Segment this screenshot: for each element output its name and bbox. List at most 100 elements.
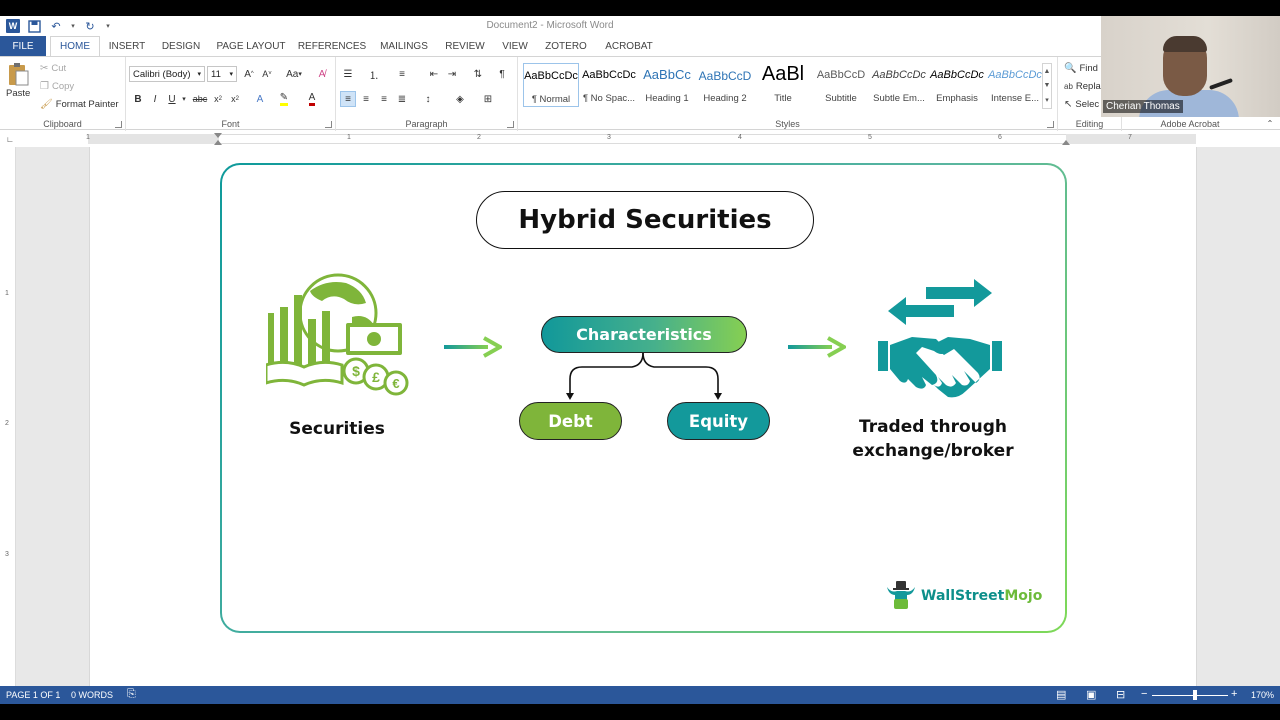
borders-icon[interactable]: ⊞ <box>480 91 496 107</box>
font-name-value: Calibri (Body) <box>133 68 191 80</box>
find-button[interactable]: 🔍 Find <box>1064 63 1098 74</box>
style-emphasis[interactable]: AaBbCcDc Emphasis <box>929 63 985 107</box>
zoom-slider[interactable] <box>1152 695 1228 696</box>
superscript-icon[interactable]: x2 <box>227 91 243 107</box>
zoom-in-icon[interactable]: + <box>1231 688 1237 700</box>
strikethrough-icon[interactable]: abc <box>192 91 208 107</box>
clear-formatting-icon[interactable]: A̸ <box>314 66 330 82</box>
paste-button[interactable]: Paste <box>6 61 30 99</box>
style-intense-emphasis[interactable]: AaBbCcDc Intense E... <box>987 63 1043 107</box>
vertical-ruler[interactable]: 1 2 3 <box>0 147 16 686</box>
document-page[interactable]: Hybrid Securities $ £ € Securities Chara… <box>89 147 1197 686</box>
tab-design[interactable]: DESIGN <box>160 36 202 56</box>
font-size-dropdown-icon: ▾ <box>229 71 233 78</box>
read-mode-icon[interactable]: ▤ <box>1056 688 1066 701</box>
select-label: Selec <box>1075 99 1100 110</box>
shrink-font-icon[interactable]: A ˅ <box>259 66 275 82</box>
tab-zotero[interactable]: ZOTERO <box>544 36 588 56</box>
first-line-indent-marker[interactable] <box>214 133 222 138</box>
cut-button[interactable]: ✂ Cut <box>40 63 66 74</box>
font-name-box[interactable]: Calibri (Body) ▾ <box>129 66 205 82</box>
highlight-icon[interactable]: ✎ <box>276 91 292 107</box>
show-formatting-icon[interactable]: ¶ <box>494 66 510 82</box>
multilevel-list-icon[interactable]: ≡ <box>394 66 410 82</box>
align-right-icon[interactable]: ≡ <box>376 91 392 107</box>
style-title[interactable]: AaBl Title <box>755 63 811 107</box>
tab-references[interactable]: REFERENCES <box>298 36 366 56</box>
align-center-icon[interactable]: ≡ <box>358 91 374 107</box>
securities-label: Securities <box>289 419 385 439</box>
copy-button[interactable]: ❐ Copy <box>40 81 74 92</box>
text-effects-icon[interactable]: A <box>252 91 268 107</box>
tab-file[interactable]: FILE <box>0 36 46 56</box>
numbering-icon[interactable]: ⒈ <box>366 66 382 82</box>
shading-icon[interactable]: ◈ <box>452 91 468 107</box>
tab-home[interactable]: HOME <box>50 36 100 57</box>
align-left-icon[interactable]: ≡ <box>340 91 356 107</box>
tab-insert[interactable]: INSERT <box>106 36 148 56</box>
style-heading-2-sample: AaBbCcD <box>698 69 752 83</box>
tab-view[interactable]: VIEW <box>498 36 532 56</box>
font-size-box[interactable]: 11 ▾ <box>207 66 237 82</box>
style-subtle-emphasis[interactable]: AaBbCcDc Subtle Em... <box>871 63 927 107</box>
font-color-icon[interactable]: A <box>304 91 320 107</box>
horizontal-ruler[interactable]: ∟ 1 1 2 3 4 5 6 7 <box>0 131 1280 147</box>
style-no-spacing-name: ¶ No Spac... <box>582 93 636 104</box>
underline-icon[interactable]: U <box>164 91 180 107</box>
zoom-out-icon[interactable]: − <box>1141 688 1147 700</box>
underline-dropdown-icon[interactable]: ▾ <box>180 91 188 107</box>
gallery-more-icon[interactable]: ▾ <box>1045 96 1049 104</box>
page-count[interactable]: PAGE 1 OF 1 <box>6 690 60 700</box>
justify-icon[interactable]: ≣ <box>394 91 410 107</box>
style-subtitle[interactable]: AaBbCcD Subtitle <box>813 63 869 107</box>
bottom-black-bar <box>0 704 1280 720</box>
gallery-down-icon[interactable]: ▼ <box>1044 82 1051 89</box>
right-indent-marker[interactable] <box>1062 140 1070 145</box>
line-spacing-icon[interactable]: ↕ <box>420 91 436 107</box>
tab-mailings[interactable]: MAILINGS <box>376 36 432 56</box>
brand-part-2: Mojo <box>1004 588 1043 604</box>
change-case-button[interactable]: Aa ▾ <box>282 66 306 82</box>
svg-text:€: € <box>392 376 399 391</box>
style-normal[interactable]: AaBbCcDc ¶ Normal <box>523 63 579 107</box>
hanging-indent-marker[interactable] <box>214 140 222 145</box>
styles-gallery-scroll[interactable]: ▲ ▼ ▾ <box>1042 63 1052 109</box>
bullets-icon[interactable]: ☰ <box>340 66 356 82</box>
grow-font-icon[interactable]: A ^ <box>241 66 257 82</box>
zoom-level[interactable]: 170% <box>1251 690 1274 700</box>
format-painter-button[interactable]: 🖌 Format Painter <box>40 99 119 110</box>
replace-button[interactable]: ab Repla <box>1064 81 1101 92</box>
sort-icon[interactable]: ⇅ <box>470 66 486 82</box>
tab-page-layout[interactable]: PAGE LAYOUT <box>216 36 286 56</box>
ruler-mark: 4 <box>738 134 742 141</box>
font-launcher-icon[interactable] <box>325 121 332 128</box>
zoom-slider-thumb[interactable] <box>1193 690 1197 700</box>
tab-selector-icon[interactable]: ∟ <box>2 131 18 147</box>
style-heading-2[interactable]: AaBbCcD Heading 2 <box>697 63 753 107</box>
ruler-left-margin <box>88 134 219 144</box>
decrease-indent-icon[interactable]: ⇤ <box>426 66 442 82</box>
gallery-up-icon[interactable]: ▲ <box>1044 68 1051 75</box>
italic-icon[interactable]: I <box>147 91 163 107</box>
cut-label: Cut <box>51 63 67 74</box>
word-count[interactable]: 0 WORDS <box>71 690 113 700</box>
increase-indent-icon[interactable]: ⇥ <box>444 66 460 82</box>
collapse-ribbon-icon[interactable]: ⌃ <box>1262 115 1278 131</box>
tab-acrobat[interactable]: ACROBAT <box>602 36 656 56</box>
proofing-icon[interactable]: ⎘ <box>127 688 136 701</box>
subscript-icon[interactable]: x2 <box>210 91 226 107</box>
bold-icon[interactable]: B <box>130 91 146 107</box>
styles-launcher-icon[interactable] <box>1047 121 1054 128</box>
style-subtitle-name: Subtitle <box>825 93 857 104</box>
print-layout-icon[interactable]: ▣ <box>1086 688 1096 701</box>
clipboard-launcher-icon[interactable] <box>115 121 122 128</box>
style-no-spacing[interactable]: AaBbCcDc ¶ No Spac... <box>581 63 637 107</box>
web-layout-icon[interactable]: ⊟ <box>1116 688 1125 701</box>
webcam-overlay: Cherian Thomas <box>1101 16 1280 117</box>
paragraph-launcher-icon[interactable] <box>507 121 514 128</box>
tab-review[interactable]: REVIEW <box>444 36 486 56</box>
font-size-value: 11 <box>211 68 221 80</box>
style-heading-1[interactable]: AaBbCc Heading 1 <box>639 63 695 107</box>
ribbon: Paste ✂ Cut ❐ Copy 🖌 Format Painter Clipboa… <box>0 56 1280 131</box>
select-button[interactable]: ↖ Selec <box>1064 99 1099 110</box>
